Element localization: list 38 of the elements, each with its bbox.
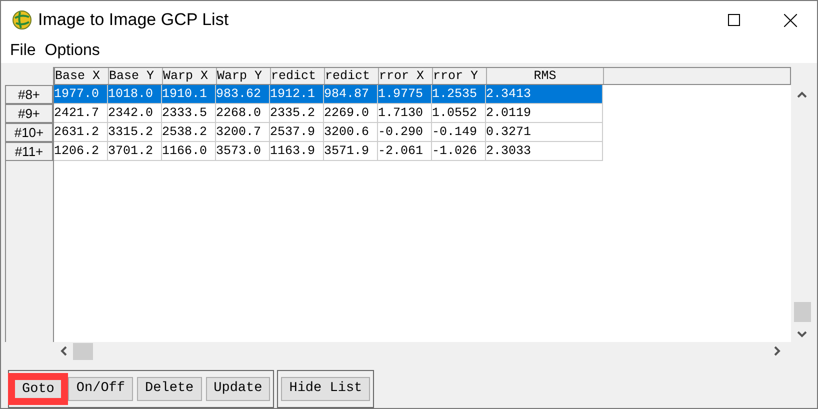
window-title: Image to Image GCP List	[38, 9, 229, 32]
table-cell: 2.3033	[486, 142, 603, 161]
column-header[interactable]: rror X	[379, 68, 433, 84]
menu-item[interactable]: File	[10, 39, 36, 63]
row-header[interactable]: #10+	[5, 123, 53, 142]
table-cell: 1163.9	[270, 142, 324, 161]
table-row[interactable]: 1977.0 1018.0 1910.1 983.62 1912.1 984.87 1.9775 1.2535 2.3413	[54, 85, 603, 104]
column-header[interactable]: Warp Y	[217, 68, 271, 84]
table-cell: 1166.0	[162, 142, 216, 161]
row-header[interactable]: #11+	[5, 142, 53, 161]
table-cell: -1.026	[432, 142, 486, 161]
action-button[interactable]: Delete	[137, 377, 202, 401]
table-cell: 3573.0	[216, 142, 270, 161]
column-header[interactable]: Warp X	[163, 68, 217, 84]
row-header[interactable]: #8+	[5, 85, 53, 104]
table-cell: 3571.9	[324, 142, 378, 161]
scrollbar-thumb[interactable]	[794, 302, 810, 322]
maximize-icon[interactable]	[728, 14, 740, 26]
action-button[interactable]: On/Off	[68, 377, 134, 401]
table-row[interactable]: 2631.2 3315.2 2538.2 3200.7 2537.9 3200.6 -0.290 -0.149 0.3271	[54, 123, 603, 142]
globe-icon	[12, 10, 32, 30]
table-cell: 1206.2	[54, 142, 108, 161]
column-header[interactable]: rror Y	[433, 68, 487, 84]
table-cell: -2.061	[378, 142, 432, 161]
column-header[interactable]: redict	[325, 68, 379, 84]
column-header[interactable]: Base Y	[109, 68, 163, 84]
table-cell: 3701.2	[108, 142, 162, 161]
menu-item[interactable]: Options	[44, 39, 100, 63]
action-button[interactable]: Hide List	[281, 377, 370, 401]
column-header[interactable]: RMS	[487, 68, 604, 84]
column-header[interactable]: Base X	[55, 68, 109, 84]
row-header[interactable]: #9+	[5, 104, 53, 123]
action-button[interactable]: Update	[206, 377, 270, 401]
column-header[interactable]: redict	[271, 68, 325, 84]
close-icon[interactable]	[784, 14, 797, 26]
table-row[interactable]: 2421.7 2342.0 2333.5 2268.0 2335.2 2269.0 1.7130 1.0552 2.0119	[54, 104, 603, 123]
table-row[interactable]: 1206.2 3701.2 1166.0 3573.0 1163.9 3571.9 -2.061 -1.026 2.3033	[54, 142, 603, 161]
scrollbar-thumb[interactable]	[73, 342, 93, 360]
